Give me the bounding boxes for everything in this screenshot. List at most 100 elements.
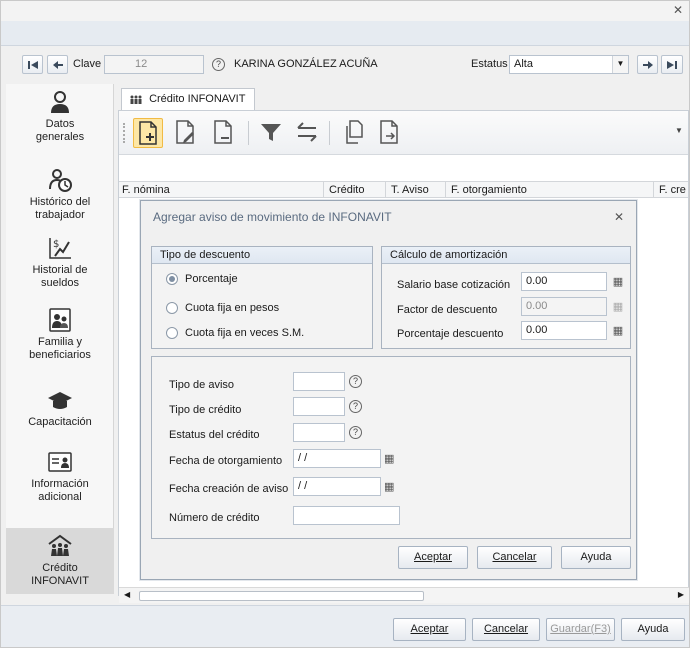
bottom-action-bar: Aceptar Cancelar Guardar(F3) Ayuda bbox=[1, 605, 689, 647]
previous-record-button[interactable] bbox=[47, 55, 68, 74]
dialog-close-icon[interactable]: ✕ bbox=[614, 210, 624, 224]
ayuda-button[interactable]: Ayuda bbox=[621, 618, 685, 641]
edit-record-button[interactable] bbox=[171, 118, 201, 148]
last-record-icon bbox=[667, 60, 677, 69]
window-close-icon[interactable]: ✕ bbox=[673, 3, 683, 17]
button-label: Ayuda bbox=[580, 551, 612, 563]
swap-button[interactable] bbox=[293, 118, 323, 148]
sidebar: Datos generales Histórico del trabajador… bbox=[6, 84, 114, 594]
main-window: ✕ Clave 12 ? KARINA GONZÁLEZ ACUÑA Estat… bbox=[0, 0, 690, 648]
sidebar-item-label: Información adicional bbox=[31, 478, 89, 503]
dialog-cancelar-button[interactable]: Cancelar bbox=[477, 546, 552, 569]
calculator-icon[interactable]: ▦ bbox=[609, 322, 627, 339]
sidebar-item-label: Familia y beneficiarios bbox=[29, 336, 91, 361]
employee-name: KARINA GONZÁLEZ ACUÑA bbox=[234, 58, 378, 70]
filter-button[interactable] bbox=[257, 118, 287, 148]
svg-text:$: $ bbox=[53, 239, 59, 250]
dialog-aceptar-button[interactable]: Aceptar bbox=[398, 546, 468, 569]
column-separator bbox=[653, 182, 654, 198]
scroll-left-icon[interactable]: ◀ bbox=[124, 590, 130, 599]
estatus-credito-input[interactable] bbox=[293, 423, 345, 442]
sidebar-item-familia[interactable]: Familia y beneficiarios bbox=[6, 308, 114, 370]
radio-dot[interactable] bbox=[166, 327, 178, 339]
radio-cuota-sm[interactable]: Cuota fija en veces S.M. bbox=[166, 327, 304, 339]
cancelar-button[interactable]: Cancelar bbox=[472, 618, 540, 641]
scrollbar-thumb[interactable] bbox=[139, 591, 424, 601]
ribbon-separator bbox=[248, 121, 249, 145]
copy-icon bbox=[346, 120, 363, 144]
tab-credito-infonavit[interactable]: Crédito INFONAVIT bbox=[121, 88, 255, 111]
sidebar-item-historial-sueldos[interactable]: $ Historial de sueldos bbox=[6, 236, 114, 298]
salario-input[interactable]: 0.00 bbox=[521, 272, 607, 291]
clave-lookup-icon[interactable]: ? bbox=[212, 58, 225, 71]
ribbon-overflow-icon[interactable]: ▼ bbox=[675, 126, 683, 135]
last-record-button[interactable] bbox=[661, 55, 683, 74]
col-header-f-creacion[interactable]: F. cre bbox=[659, 184, 686, 196]
porcentaje-input[interactable]: 0.00 bbox=[521, 321, 607, 340]
salario-value: 0.00 bbox=[526, 275, 548, 287]
next-record-button[interactable] bbox=[637, 55, 658, 74]
export-document-icon bbox=[380, 120, 398, 144]
scroll-right-icon[interactable]: ▶ bbox=[678, 590, 684, 599]
calendar-icon[interactable]: ▦ bbox=[384, 480, 394, 493]
col-header-credito[interactable]: Crédito bbox=[329, 184, 364, 196]
new-document-icon bbox=[139, 121, 157, 145]
button-label: Cancelar bbox=[483, 623, 529, 635]
radio-porcentaje[interactable]: Porcentaje bbox=[166, 273, 238, 285]
radio-dot[interactable] bbox=[166, 273, 178, 285]
copy-button[interactable] bbox=[341, 118, 371, 148]
factor-label: Factor de descuento bbox=[397, 304, 498, 316]
family-icon bbox=[49, 308, 71, 332]
radio-cuota-pesos[interactable]: Cuota fija en pesos bbox=[166, 302, 279, 314]
title-separator bbox=[1, 21, 689, 46]
factor-value: 0.00 bbox=[526, 300, 548, 312]
button-label: Aceptar bbox=[410, 623, 449, 635]
filter-icon bbox=[261, 124, 281, 141]
sidebar-item-label: Historial de sueldos bbox=[32, 264, 88, 289]
clave-value: 12 bbox=[135, 58, 148, 70]
chevron-down-icon[interactable]: ▼ bbox=[612, 56, 628, 73]
clave-input[interactable]: 12 bbox=[104, 55, 204, 74]
title-bar: ✕ bbox=[1, 1, 689, 21]
aceptar-button[interactable]: Aceptar bbox=[393, 618, 466, 641]
sidebar-item-credito-infonavit[interactable]: Crédito INFONAVIT bbox=[6, 528, 114, 594]
tipo-credito-input[interactable] bbox=[293, 397, 345, 416]
horizontal-scrollbar[interactable]: ◀ ▶ bbox=[119, 587, 689, 603]
calculo-amortizacion-group: Cálculo de amortización Salario base cot… bbox=[381, 246, 631, 349]
sidebar-item-historico[interactable]: Histórico del trabajador bbox=[6, 168, 114, 230]
fecha-otorgamiento-input[interactable]: / / bbox=[293, 449, 381, 468]
radio-label: Cuota fija en pesos bbox=[185, 302, 280, 314]
sidebar-item-label: Crédito INFONAVIT bbox=[31, 562, 89, 587]
estatus-select[interactable]: Alta ▼ bbox=[509, 55, 629, 74]
numero-credito-input[interactable] bbox=[293, 506, 400, 525]
new-record-button[interactable] bbox=[133, 118, 163, 148]
column-separator bbox=[445, 182, 446, 198]
tipo-aviso-input[interactable] bbox=[293, 372, 345, 391]
tipo-aviso-label: Tipo de aviso bbox=[169, 379, 235, 391]
export-button[interactable] bbox=[375, 118, 405, 148]
estatus-credito-lookup-icon[interactable]: ? bbox=[349, 426, 362, 439]
first-record-button[interactable] bbox=[22, 55, 43, 74]
col-header-f-nomina[interactable]: F. nómina bbox=[122, 184, 170, 196]
delete-record-button[interactable] bbox=[209, 118, 239, 148]
col-header-f-otorgamiento[interactable]: F. otorgamiento bbox=[451, 184, 527, 196]
porcentaje-value: 0.00 bbox=[526, 324, 548, 336]
tipo-descuento-title: Tipo de descuento bbox=[152, 247, 372, 264]
dialog-ayuda-button[interactable]: Ayuda bbox=[561, 546, 631, 569]
fecha-creacion-input[interactable]: / / bbox=[293, 477, 381, 496]
sidebar-item-informacion-adicional[interactable]: Información adicional bbox=[6, 450, 114, 512]
aviso-form-group: Tipo de aviso ? Tipo de crédito ? Estatu… bbox=[151, 356, 631, 539]
radio-label: Porcentaje bbox=[185, 273, 238, 285]
col-header-t-aviso[interactable]: T. Aviso bbox=[391, 184, 429, 196]
calculator-icon[interactable]: ▦ bbox=[609, 273, 627, 290]
porcentaje-label: Porcentaje descuento bbox=[397, 328, 504, 340]
tipo-aviso-lookup-icon[interactable]: ? bbox=[349, 375, 362, 388]
sidebar-item-datos-generales[interactable]: Datos generales bbox=[6, 88, 114, 160]
sidebar-item-label: Datos generales bbox=[35, 118, 85, 143]
calendar-icon[interactable]: ▦ bbox=[384, 452, 394, 465]
tipo-credito-lookup-icon[interactable]: ? bbox=[349, 400, 362, 413]
radio-dot[interactable] bbox=[166, 302, 178, 314]
calculator-icon: ▦ bbox=[612, 301, 624, 313]
dialog-title: Agregar aviso de movimiento de INFONAVIT bbox=[153, 210, 392, 224]
sidebar-item-capacitacion[interactable]: Capacitación bbox=[6, 388, 114, 438]
